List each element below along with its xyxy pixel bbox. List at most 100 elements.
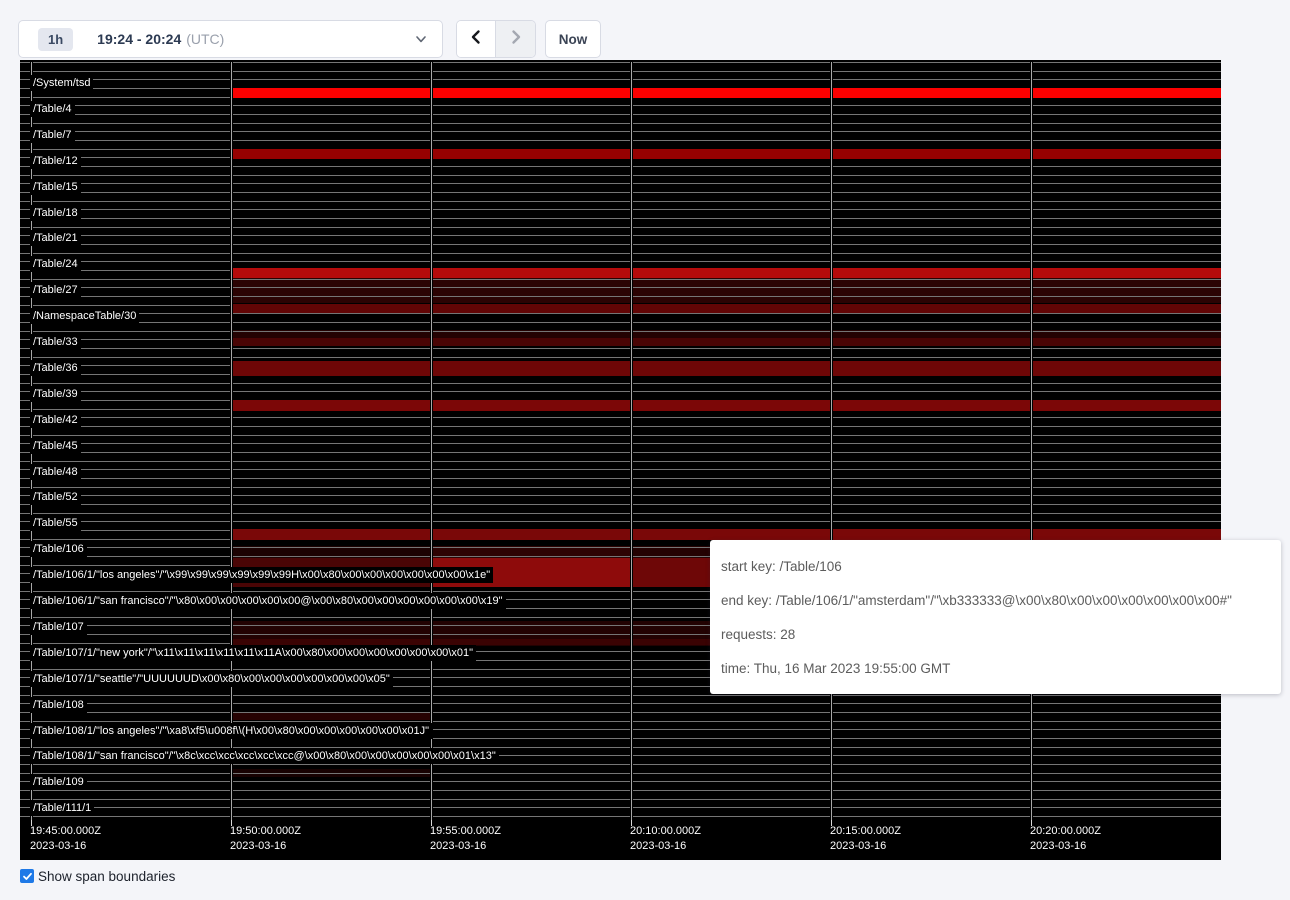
- show-span-boundaries-checkbox[interactable]: [20, 869, 34, 883]
- x-axis-label: 20:10:00.000Z2023-03-16: [630, 824, 701, 854]
- row-label: /Table/24: [31, 256, 81, 272]
- time-nav-group: [456, 20, 536, 58]
- heat-band: [231, 338, 1221, 346]
- row-label: /Table/33: [31, 334, 81, 350]
- next-range-button-disabled[interactable]: [496, 21, 535, 57]
- x-axis-label: 19:45:00.000Z2023-03-16: [30, 824, 101, 854]
- row-label: /Table/107/1/"seattle"/"UUUUUUD\x00\x80\…: [31, 671, 393, 687]
- span-boundary-line: [20, 166, 1221, 167]
- span-boundary-line: [20, 521, 1221, 522]
- span-boundary-line: [20, 71, 1221, 72]
- row-label: /Table/106: [31, 541, 87, 557]
- heat-band: [231, 529, 1221, 540]
- span-boundary-line: [20, 478, 1221, 479]
- span-boundary-line: [20, 201, 1221, 202]
- row-label: /Table/108/1/"los angeles"/"\xa8\xf5\u00…: [31, 723, 432, 739]
- toolbar: 1h 19:24 - 20:24 (UTC) Now: [0, 0, 1290, 60]
- x-axis-label: 19:50:00.000Z2023-03-16: [230, 824, 301, 854]
- previous-range-button[interactable]: [457, 21, 496, 57]
- span-boundary-line: [20, 244, 1221, 245]
- row-label: /Table/106/1/"san francisco"/"\x80\x00\x…: [31, 593, 506, 609]
- span-boundary-line: [20, 175, 1221, 176]
- checkmark-icon: [22, 871, 33, 882]
- span-boundary-line: [20, 123, 1221, 124]
- row-label: /Table/107: [31, 619, 87, 635]
- now-button[interactable]: Now: [545, 20, 601, 58]
- span-boundary-line: [20, 227, 1221, 228]
- span-boundary-line: [20, 62, 1221, 63]
- row-label: /Table/111/1: [31, 800, 94, 816]
- x-axis-label: 20:20:00.000Z2023-03-16: [1030, 824, 1101, 854]
- span-boundary-line: [20, 183, 1221, 184]
- span-boundary-line: [20, 495, 1221, 496]
- row-label: /Table/107/1/"new york"/"\x11\x11\x11\x1…: [31, 645, 476, 661]
- time-gridline: [431, 62, 432, 820]
- heat-band: [231, 149, 1221, 160]
- now-button-label: Now: [559, 32, 588, 47]
- range-timezone: (UTC): [186, 31, 224, 47]
- span-boundary-line: [20, 296, 1221, 297]
- span-boundary-line: [20, 357, 1221, 358]
- row-label: /Table/7: [31, 127, 75, 143]
- row-label: /Table/4: [31, 101, 75, 117]
- range-text: 19:24 - 20:24: [97, 31, 181, 47]
- span-boundary-line: [20, 799, 1221, 800]
- row-label: /Table/109: [31, 774, 87, 790]
- row-label: /Table/18: [31, 205, 81, 221]
- row-label: /System/tsd: [31, 75, 93, 91]
- span-boundary-line: [20, 487, 1221, 488]
- time-gridline: [1031, 62, 1032, 820]
- span-boundary-line: [20, 331, 1221, 332]
- x-axis-label: 20:15:00.000Z2023-03-16: [830, 824, 901, 854]
- row-label: /Table/21: [31, 230, 81, 246]
- span-boundary-line: [20, 383, 1221, 384]
- span-boundary-line: [20, 695, 1221, 696]
- time-gridline: [631, 62, 632, 820]
- span-boundary-line: [20, 790, 1221, 791]
- time-range-selector[interactable]: 1h 19:24 - 20:24 (UTC): [18, 20, 443, 58]
- span-boundary-line: [20, 781, 1221, 782]
- heat-band: [231, 268, 1221, 278]
- heat-band: [231, 361, 1221, 376]
- key-visualizer-canvas[interactable]: /System/tsd/Table/4/Table/7/Table/12/Tab…: [20, 60, 1221, 860]
- row-label: /Table/108: [31, 697, 87, 713]
- footer-controls: Show span boundaries: [20, 866, 175, 886]
- span-boundary-line: [20, 313, 1221, 314]
- span-tooltip: start key: /Table/106end key: /Table/106…: [710, 540, 1281, 694]
- span-boundary-line: [20, 348, 1221, 349]
- span-boundary-line: [20, 443, 1221, 444]
- row-label: /Table/27: [31, 282, 81, 298]
- span-boundary-line: [20, 322, 1221, 323]
- chevron-left-icon: [468, 29, 484, 50]
- span-boundary-line: [20, 504, 1221, 505]
- row-label: /Table/45: [31, 438, 81, 454]
- span-boundary-line: [20, 703, 1221, 704]
- row-label: /Table/108/1/"san francisco"/"\x8c\xcc\x…: [31, 748, 499, 764]
- heat-band: [231, 304, 1221, 314]
- range-duration-badge: 1h: [38, 28, 73, 51]
- span-boundary-line: [20, 469, 1221, 470]
- time-gridline: [831, 62, 832, 820]
- span-boundary-line: [20, 417, 1221, 418]
- heat-band: [231, 88, 1221, 99]
- span-boundary-line: [20, 79, 1221, 80]
- chevron-right-icon: [508, 29, 524, 50]
- span-boundary-line: [20, 192, 1221, 193]
- row-label: /Table/106/1/"los angeles"/"\x99\x99\x99…: [31, 567, 493, 583]
- row-label: /Table/36: [31, 360, 81, 376]
- tooltip-line: time: Thu, 16 Mar 2023 19:55:00 GMT: [721, 652, 1271, 686]
- span-boundary-line: [20, 235, 1221, 236]
- chevron-down-icon: [414, 32, 428, 46]
- tooltip-line: end key: /Table/106/1/"amsterdam"/"\xb33…: [721, 584, 1271, 618]
- row-label: /Table/42: [31, 412, 81, 428]
- span-boundary-line: [20, 287, 1221, 288]
- tooltip-line: requests: 28: [721, 618, 1271, 652]
- span-boundary-line: [20, 807, 1221, 808]
- show-span-boundaries-label: Show span boundaries: [38, 869, 175, 884]
- row-label: /Table/12: [31, 153, 81, 169]
- heat-band: [231, 400, 1221, 411]
- row-label: /Table/55: [31, 515, 81, 531]
- span-boundary-line: [20, 209, 1221, 210]
- span-boundary-line: [20, 140, 1221, 141]
- span-boundary-line: [20, 816, 1221, 817]
